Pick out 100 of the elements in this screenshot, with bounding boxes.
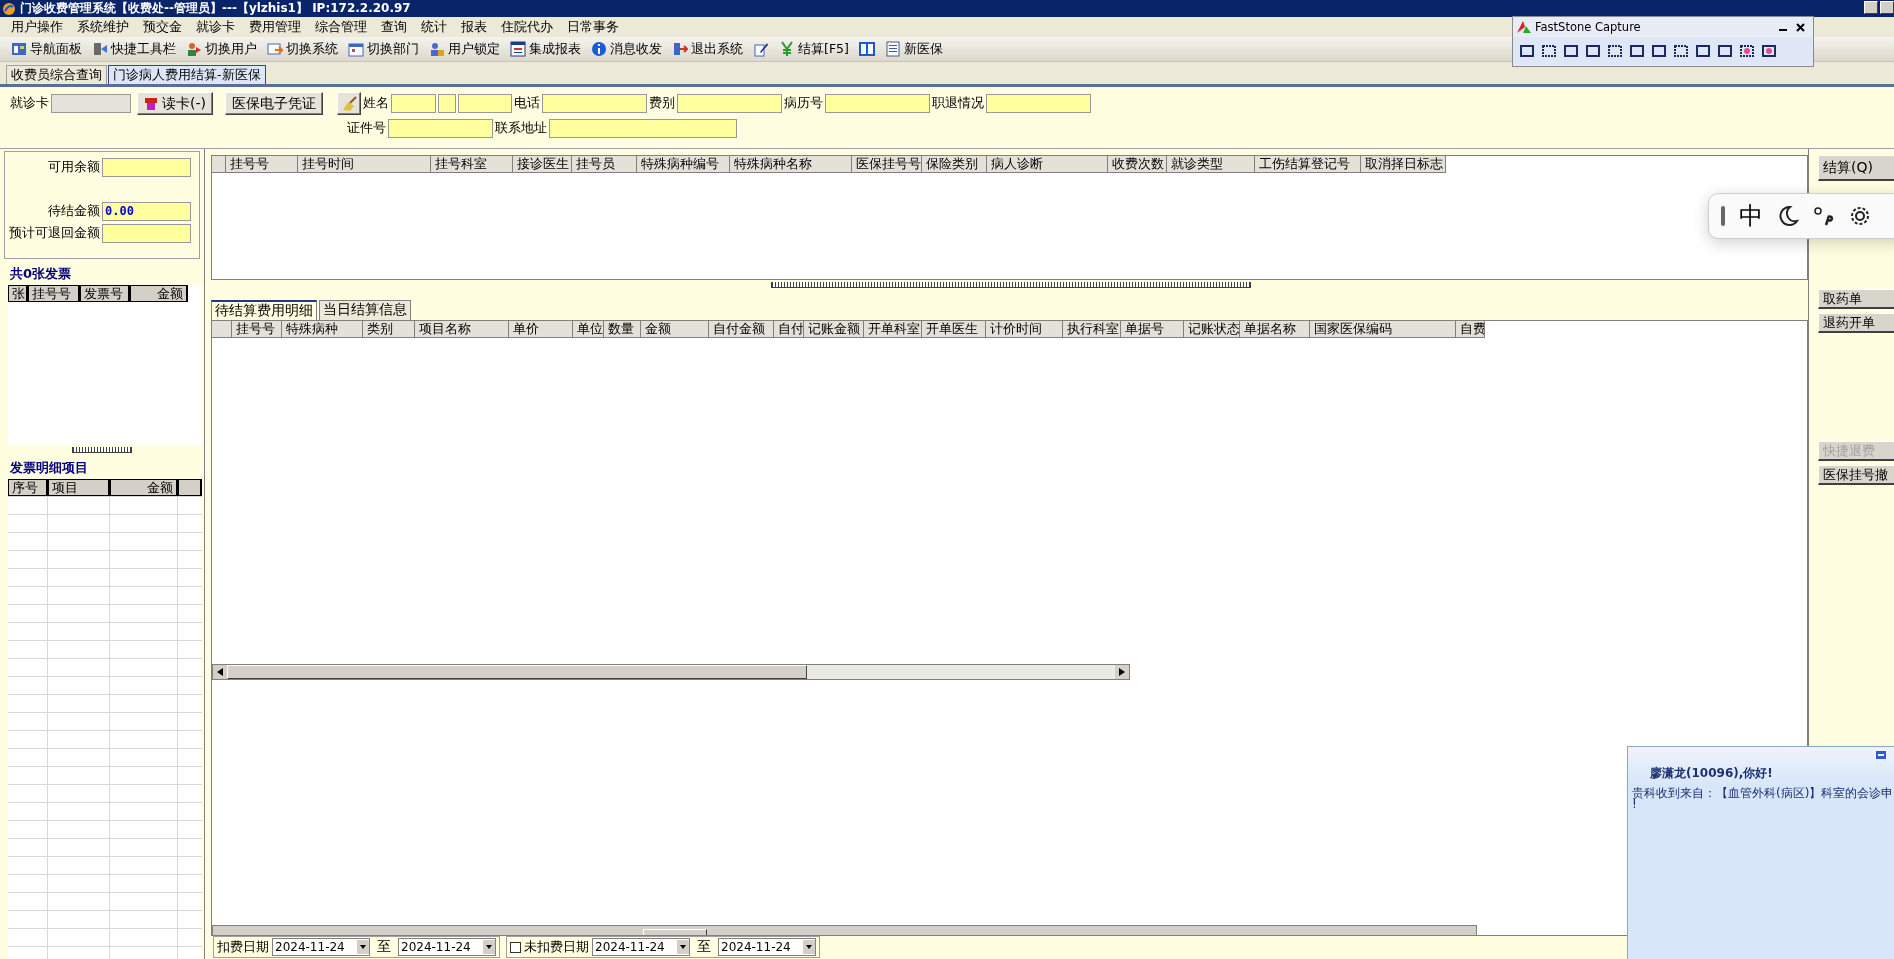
capture-title: FastStone Capture bbox=[1535, 20, 1641, 34]
capture-tool-icon[interactable] bbox=[1739, 43, 1755, 59]
close-icon[interactable] bbox=[1796, 23, 1805, 32]
menu-item[interactable]: 报表 bbox=[454, 18, 494, 36]
date-picker[interactable]: 2024-11-24 bbox=[592, 938, 690, 957]
menu-item[interactable]: 系统维护 bbox=[70, 18, 136, 36]
column-header: 自付金额 bbox=[709, 320, 774, 338]
settings-icon[interactable] bbox=[1849, 205, 1871, 227]
tab[interactable]: 待结算费用明细 bbox=[211, 299, 317, 320]
action-button[interactable]: 取药单 bbox=[1818, 289, 1894, 309]
action-button[interactable]: 结算(Q) bbox=[1818, 155, 1894, 181]
date-picker[interactable]: 2024-11-24 bbox=[398, 938, 496, 957]
punctuation-icon[interactable] bbox=[1813, 205, 1835, 227]
field-label: 电话 bbox=[514, 95, 540, 112]
drag-handle-icon[interactable] bbox=[1721, 206, 1725, 226]
column-header: 项目名称 bbox=[415, 320, 509, 338]
menu-item[interactable]: 就诊卡 bbox=[189, 18, 242, 36]
moon-icon[interactable] bbox=[1777, 205, 1799, 227]
minimize-button[interactable] bbox=[1864, 1, 1878, 14]
action-button[interactable]: 退药开单 bbox=[1818, 313, 1894, 333]
capture-tool-icon[interactable] bbox=[1629, 43, 1645, 59]
input-field[interactable] bbox=[549, 119, 737, 138]
splitter-handle[interactable] bbox=[72, 447, 132, 453]
toolbar-button[interactable]: 快捷工具栏 bbox=[87, 38, 181, 60]
restore-button[interactable] bbox=[1880, 1, 1894, 14]
column-header: 开单科室 bbox=[864, 320, 922, 338]
amount-field[interactable] bbox=[102, 158, 191, 177]
read-card-button[interactable]: 读卡(-) bbox=[137, 92, 213, 115]
amount-field[interactable]: 0.00 bbox=[102, 202, 191, 221]
menu-item[interactable]: 统计 bbox=[414, 18, 454, 36]
input-field[interactable] bbox=[458, 94, 512, 113]
menu-item[interactable]: 综合管理 bbox=[308, 18, 374, 36]
toolbar-button[interactable]: 切换用户 bbox=[181, 38, 262, 60]
date-picker[interactable]: 2024-11-24 bbox=[718, 938, 816, 957]
menu-item[interactable]: 用户操作 bbox=[4, 18, 70, 36]
input-field[interactable] bbox=[677, 94, 782, 113]
checkbox[interactable] bbox=[510, 941, 521, 953]
e-voucher-button[interactable]: 医保电子凭证 bbox=[225, 92, 323, 115]
menu-item[interactable]: 日常事务 bbox=[560, 18, 626, 36]
info-icon bbox=[591, 41, 607, 57]
capture-tool-icon[interactable] bbox=[1695, 43, 1711, 59]
capture-tool-icon[interactable] bbox=[1761, 43, 1777, 59]
toolbar-button[interactable]: 消息收发 bbox=[586, 38, 667, 60]
column-header: 计价时间 bbox=[986, 320, 1063, 338]
toolbar-button[interactable]: 导航面板 bbox=[6, 38, 87, 60]
menu-item[interactable]: 预交金 bbox=[136, 18, 189, 36]
column-header: 保险类别 bbox=[922, 156, 987, 173]
column-header: 挂号时间 bbox=[298, 156, 431, 173]
capture-tool-icon[interactable] bbox=[1519, 43, 1535, 59]
capture-tool-icon[interactable] bbox=[1673, 43, 1689, 59]
input-field[interactable] bbox=[391, 94, 436, 113]
calendar-icon bbox=[348, 41, 364, 57]
toolbar-button[interactable]: 切换部门 bbox=[343, 38, 424, 60]
toolbar-button[interactable]: 退出系统 bbox=[667, 38, 748, 60]
card-number-field[interactable] bbox=[51, 94, 131, 113]
input-field[interactable] bbox=[542, 94, 647, 113]
date-picker[interactable]: 2024-11-24 bbox=[272, 938, 370, 957]
user-lock-icon bbox=[429, 41, 445, 57]
input-field[interactable] bbox=[986, 94, 1091, 113]
field-label: 就诊卡 bbox=[10, 95, 49, 112]
column-header: 医保挂号号 bbox=[852, 156, 922, 173]
toolbar-button[interactable]: 集成报表 bbox=[505, 38, 586, 60]
tab[interactable]: 门诊病人费用结算-新医保 bbox=[108, 65, 266, 84]
input-field[interactable] bbox=[825, 94, 930, 113]
field-label: 待结金额 bbox=[48, 203, 100, 220]
column-header: 特殊病种 bbox=[282, 320, 363, 338]
capture-tool-icon[interactable] bbox=[1717, 43, 1733, 59]
capture-tool-icon[interactable] bbox=[1651, 43, 1667, 59]
document-icon bbox=[884, 41, 901, 57]
toolbar-button[interactable]: 新医保 bbox=[879, 38, 948, 60]
input-mode-toggle[interactable]: 中 bbox=[1739, 200, 1763, 232]
menu-item[interactable]: 查询 bbox=[374, 18, 414, 36]
toolbar-button[interactable]: 用户锁定 bbox=[424, 38, 505, 60]
toolbar-button[interactable]: 切换系统 bbox=[262, 38, 343, 60]
capture-tool-icon[interactable] bbox=[1541, 43, 1557, 59]
column-header: 挂号科室 bbox=[431, 156, 513, 173]
horizontal-scrollbar[interactable] bbox=[212, 663, 1130, 680]
right-arrow-icon bbox=[1119, 667, 1125, 676]
amount-field[interactable] bbox=[102, 224, 191, 243]
menu-item[interactable]: 费用管理 bbox=[242, 18, 308, 36]
splitter-handle[interactable] bbox=[771, 282, 1251, 289]
column-header: 单据名称 bbox=[1240, 320, 1310, 338]
scroll-left-button[interactable] bbox=[213, 664, 227, 679]
scroll-right-button[interactable] bbox=[1115, 664, 1129, 679]
menu-item[interactable]: 住院代办 bbox=[494, 18, 560, 36]
column-header: 单价 bbox=[509, 320, 573, 338]
field-label: 费别 bbox=[649, 95, 675, 112]
clear-button[interactable] bbox=[337, 92, 361, 115]
scroll-thumb[interactable] bbox=[227, 664, 807, 679]
capture-tool-icon[interactable] bbox=[1585, 43, 1601, 59]
input-field[interactable] bbox=[388, 119, 493, 138]
capture-tool-icon[interactable] bbox=[1607, 43, 1623, 59]
toolbar-button[interactable]: 结算[F5] bbox=[774, 38, 854, 60]
yen-icon bbox=[779, 41, 795, 57]
input-field[interactable] bbox=[438, 94, 456, 113]
tab[interactable]: 当日结算信息 bbox=[319, 299, 411, 320]
action-button[interactable]: 医保挂号撤 bbox=[1818, 465, 1894, 485]
field-label: 职退情况 bbox=[932, 95, 984, 112]
capture-tool-icon[interactable] bbox=[1563, 43, 1579, 59]
tab[interactable]: 收费员综合查询 bbox=[6, 65, 107, 84]
